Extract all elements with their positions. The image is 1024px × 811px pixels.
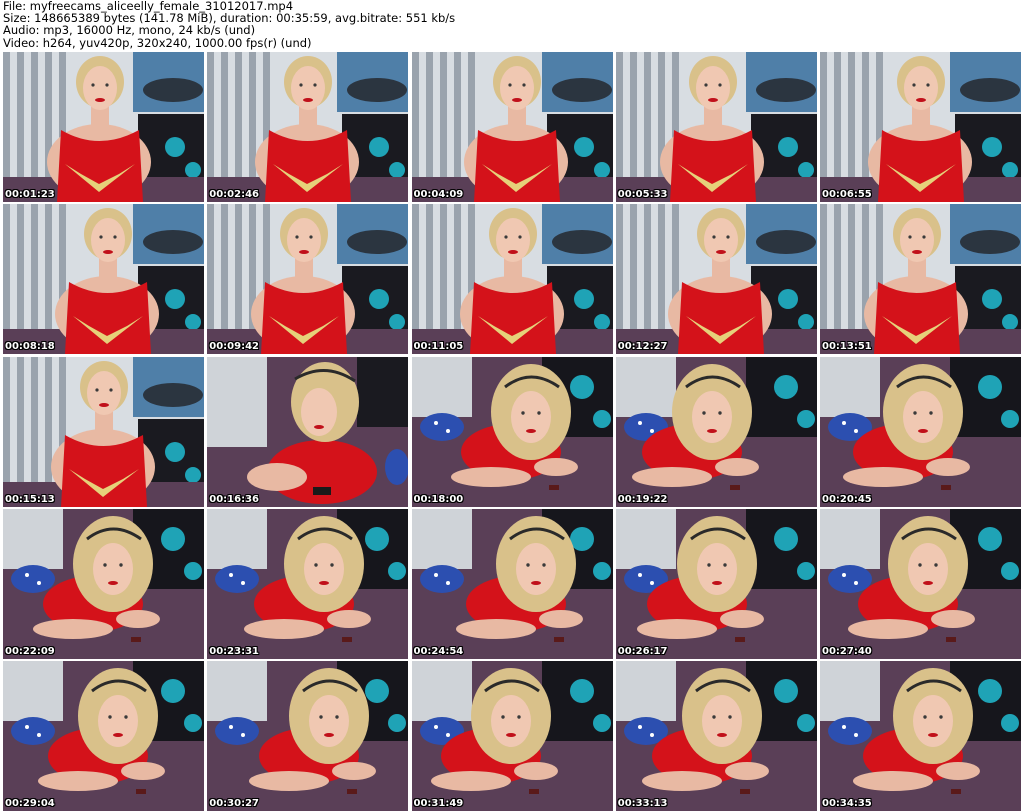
video-thumbnail: 00:30:27: [207, 661, 409, 811]
video-thumbnail: 00:08:18: [3, 204, 204, 355]
video-thumbnail: 00:20:45: [820, 356, 1021, 507]
thumbnail-timestamp: 00:24:54: [413, 645, 464, 657]
thumbnail-timestamp: 00:26:17: [617, 645, 668, 657]
thumbnail-image: [207, 356, 409, 507]
thumbnail-timestamp: 00:18:00: [413, 493, 464, 505]
video-thumbnail: 00:06:55: [820, 52, 1021, 202]
video-thumbnail: 00:09:42: [207, 204, 409, 355]
thumbnail-timestamp: 00:23:31: [209, 645, 259, 657]
thumbnail-timestamp: 00:08:18: [5, 341, 55, 353]
thumbnail-image: [411, 52, 613, 202]
thumbnail-timestamp: 00:19:22: [617, 493, 668, 505]
video-thumbnail: 00:18:00: [411, 356, 613, 507]
thumbnail-image: [3, 661, 204, 811]
thumbnail-image: [411, 508, 613, 659]
thumbnail-timestamp: 00:06:55: [822, 189, 872, 200]
thumbnail-timestamp: 00:13:51: [822, 341, 872, 353]
thumbnail-image: [207, 204, 409, 355]
thumbnail-grid: 00:01:23 00:02:46 00:04:09 00:05:33 00:06:55…: [3, 52, 1021, 811]
video-thumbnail: 00:33:13: [615, 661, 817, 811]
thumbnail-timestamp: 00:20:45: [822, 493, 872, 505]
video-thumbnail: 00:22:09: [3, 508, 204, 659]
video-thumbnail: 00:02:46: [207, 52, 409, 202]
thumbnail-image: [411, 661, 613, 811]
thumbnail-timestamp: 00:29:04: [5, 798, 55, 809]
thumbnail-timestamp: 00:30:27: [209, 798, 259, 809]
thumbnail-timestamp: 00:15:13: [5, 493, 55, 505]
thumbnail-timestamp: 00:16:36: [209, 493, 259, 505]
thumbnail-timestamp: 00:22:09: [5, 645, 55, 657]
thumbnail-image: [615, 661, 817, 811]
audio-info-line: Audio: mp3, 16000 Hz, mono, 24 kb/s (und…: [3, 23, 256, 38]
thumbnail-timestamp: 00:34:35: [822, 798, 872, 809]
video-thumbnail: 00:16:36: [207, 356, 409, 507]
video-thumbnail: 00:34:35: [820, 661, 1021, 811]
file-info-header: File: myfreecams_aliceelly_female_310120…: [3, 0, 1021, 50]
thumbnail-timestamp: 00:27:40: [822, 645, 872, 657]
video-thumbnail: 00:04:09: [411, 52, 613, 202]
video-thumbnail: 00:26:17: [615, 508, 817, 659]
video-thumbnail: 00:19:22: [615, 356, 817, 507]
thumbnail-image: [3, 52, 204, 202]
thumbnail-image: [207, 508, 409, 659]
video-thumbnail: 00:13:51: [820, 204, 1021, 355]
video-thumbnail: 00:29:04: [3, 661, 204, 811]
thumbnail-image: [3, 204, 204, 355]
video-thumbnail: 00:31:49: [411, 661, 613, 811]
thumbnail-image: [615, 356, 817, 507]
thumbnail-image: [820, 661, 1021, 811]
thumbnail-image: [820, 204, 1021, 355]
video-thumbnail: 00:15:13: [3, 356, 204, 507]
thumbnail-timestamp: 00:12:27: [617, 341, 668, 353]
video-thumbnail: 00:05:33: [615, 52, 817, 202]
thumbnail-image: [820, 508, 1021, 659]
video-thumbnail: 00:27:40: [820, 508, 1021, 659]
video-thumbnail: 00:24:54: [411, 508, 613, 659]
thumbnail-image: [3, 508, 204, 659]
thumbnail-image: [3, 356, 204, 507]
thumbnail-timestamp: 00:04:09: [413, 189, 464, 200]
thumbnail-timestamp: 00:11:05: [413, 341, 464, 353]
thumbnail-timestamp: 00:01:23: [5, 189, 55, 200]
thumbnail-image: [820, 356, 1021, 507]
video-thumbnail: 00:23:31: [207, 508, 409, 659]
thumbnail-image: [411, 356, 613, 507]
thumbnail-image: [207, 52, 409, 202]
thumbnail-timestamp: 00:33:13: [617, 798, 668, 809]
thumbnail-timestamp: 00:31:49: [413, 798, 464, 809]
video-thumbnail: 00:11:05: [411, 204, 613, 355]
thumbnail-image: [207, 661, 409, 811]
thumbnail-image: [615, 204, 817, 355]
thumbnail-timestamp: 00:05:33: [617, 189, 668, 200]
thumbnail-timestamp: 00:02:46: [209, 189, 259, 200]
video-info-line: Video: h264, yuv420p, 320x240, 1000.00 f…: [3, 35, 312, 50]
thumbnail-image: [615, 52, 817, 202]
thumbnail-image: [411, 204, 613, 355]
video-thumbnail: 00:12:27: [615, 204, 817, 355]
video-thumbnail: 00:01:23: [3, 52, 204, 202]
contact-sheet: File: myfreecams_aliceelly_female_310120…: [0, 0, 1024, 811]
thumbnail-image: [615, 508, 817, 659]
thumbnail-timestamp: 00:09:42: [209, 341, 259, 353]
thumbnail-image: [820, 52, 1021, 202]
